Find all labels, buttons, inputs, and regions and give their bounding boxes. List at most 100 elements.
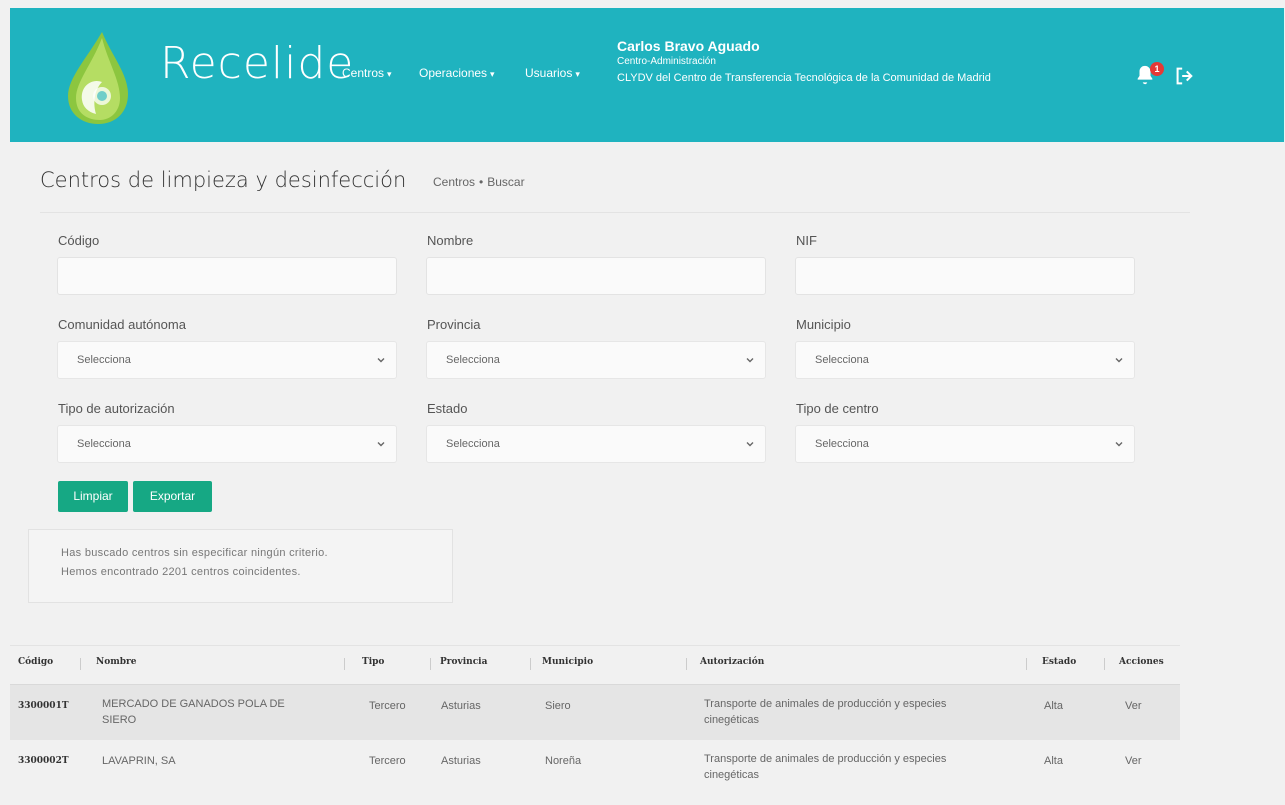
estado-label: Estado [427, 401, 468, 416]
comunidad-select-value: Selecciona [77, 354, 131, 366]
breadcrumb-centros[interactable]: Centros [433, 175, 475, 189]
cell-autorizacion-line2: cinegéticas [704, 714, 760, 726]
th-estado[interactable]: Estado [1042, 657, 1076, 667]
codigo-label: Código [58, 233, 100, 248]
th-tipo[interactable]: Tipo [362, 657, 384, 667]
nav-operaciones-label: Operaciones [419, 66, 488, 80]
estado-select[interactable]: Selecciona [426, 425, 766, 463]
cell-nombre: LAVAPRIN, SA [102, 753, 176, 769]
chevron-down-icon [1114, 439, 1124, 452]
caret-down-icon: ▾ [490, 69, 495, 79]
cell-nombre-line2: SIERO [102, 714, 137, 726]
cell-nombre-line1: LAVAPRIN, SA [102, 755, 176, 767]
brand-name[interactable]: Recelide [160, 38, 354, 89]
table-row: 3300001T MERCADO DE GANADOS POLA DE SIER… [10, 685, 1180, 740]
cell-estado: Alta [1044, 755, 1063, 767]
th-acciones: Acciones [1119, 657, 1164, 667]
cell-nombre-line1: MERCADO DE GANADOS POLA DE [102, 698, 285, 710]
cell-estado: Alta [1044, 700, 1063, 712]
tipo-autorizacion-select[interactable]: Selecciona [57, 425, 397, 463]
th-autorizacion[interactable]: Autorización [700, 657, 764, 667]
column-separator [80, 658, 81, 670]
codigo-input[interactable] [57, 257, 397, 295]
th-municipio[interactable]: Municipio [542, 657, 593, 667]
cell-municipio: Siero [545, 700, 571, 712]
limpiar-button[interactable]: Limpiar [58, 481, 128, 512]
tipo-autorizacion-label: Tipo de autorización [58, 401, 175, 416]
page-title: Centros de limpieza y desinfección [40, 168, 407, 192]
tipo-autorizacion-select-value: Selecciona [77, 438, 131, 450]
chevron-down-icon [376, 439, 386, 452]
municipio-select[interactable]: Selecciona [795, 341, 1135, 379]
column-separator [344, 658, 345, 670]
th-provincia[interactable]: Provincia [440, 657, 487, 667]
tipo-centro-select-value: Selecciona [815, 438, 869, 450]
user-org: CLYDV del Centro de Transferencia Tecnol… [617, 72, 991, 84]
nav-usuarios[interactable]: Usuarios ▾ [525, 66, 580, 80]
table-header: Código Nombre Tipo Provincia Municipio A… [10, 645, 1180, 686]
nav-operaciones[interactable]: Operaciones ▾ [419, 66, 495, 80]
chevron-down-icon [745, 439, 755, 452]
th-nombre[interactable]: Nombre [96, 657, 137, 667]
chevron-down-icon [1114, 355, 1124, 368]
nav-usuarios-label: Usuarios [525, 66, 573, 80]
caret-down-icon: ▾ [387, 69, 392, 79]
cell-autorizacion-line1: Transporte de animales de producción y e… [704, 698, 947, 710]
chevron-down-icon [745, 355, 755, 368]
cell-municipio: Noreña [545, 755, 582, 767]
cell-codigo: 3300001T [18, 701, 69, 711]
info-line-results: Hemos encontrado 2201 centros coincident… [61, 566, 301, 578]
cell-provincia: Asturias [441, 700, 481, 712]
provincia-select-value: Selecciona [446, 354, 500, 366]
info-line-criteria: Has buscado centros sin especificar ning… [61, 547, 328, 559]
top-header: Recelide Centros ▾ Operaciones ▾ Usuarios ▾… [10, 8, 1284, 142]
column-separator [430, 658, 431, 670]
nav-centros-label: Centros [342, 66, 385, 80]
ver-link[interactable]: Ver [1125, 698, 1142, 714]
ver-link[interactable]: Ver [1125, 753, 1142, 769]
cell-autorizacion: Transporte de animales de producción y e… [704, 696, 946, 728]
logo-drop-icon[interactable] [62, 30, 134, 131]
comunidad-select[interactable]: Selecciona [57, 341, 397, 379]
cell-provincia: Asturias [441, 755, 481, 767]
tipo-centro-select[interactable]: Selecciona [795, 425, 1135, 463]
cell-nombre: MERCADO DE GANADOS POLA DE SIERO [102, 696, 285, 728]
municipio-select-value: Selecciona [815, 354, 869, 366]
nombre-input[interactable] [426, 257, 766, 295]
notification-badge: 1 [1150, 62, 1164, 76]
user-info: Carlos Bravo Aguado Centro-Administració… [617, 38, 991, 86]
th-codigo[interactable]: Código [18, 657, 53, 667]
nif-label: NIF [796, 233, 817, 248]
cell-tipo: Tercero [369, 755, 406, 767]
exportar-button[interactable]: Exportar [133, 481, 212, 512]
table-row: 3300002T LAVAPRIN, SA Tercero Asturias N… [10, 740, 1180, 795]
column-separator [686, 658, 687, 670]
cell-autorizacion-line2: cinegéticas [704, 769, 760, 781]
cell-autorizacion-line1: Transporte de animales de producción y e… [704, 753, 947, 765]
column-separator [530, 658, 531, 670]
column-separator [1104, 658, 1105, 670]
provincia-label: Provincia [427, 317, 481, 332]
cell-codigo: 3300002T [18, 756, 69, 766]
breadcrumb: Centros • Buscar [433, 175, 525, 189]
comunidad-label: Comunidad autónoma [58, 317, 186, 332]
column-separator [1026, 658, 1027, 670]
nif-input[interactable] [795, 257, 1135, 295]
cell-autorizacion: Transporte de animales de producción y e… [704, 751, 946, 783]
search-info-box: Has buscado centros sin especificar ning… [28, 529, 453, 603]
provincia-select[interactable]: Selecciona [426, 341, 766, 379]
caret-down-icon: ▾ [575, 69, 580, 79]
user-name: Carlos Bravo Aguado [617, 38, 760, 54]
nav-centros[interactable]: Centros ▾ [342, 66, 392, 80]
tipo-centro-label: Tipo de centro [796, 401, 879, 416]
cell-tipo: Tercero [369, 700, 406, 712]
divider [40, 212, 1190, 213]
estado-select-value: Selecciona [446, 438, 500, 450]
breadcrumb-separator: • [479, 175, 484, 189]
municipio-label: Municipio [796, 317, 851, 332]
chevron-down-icon [376, 355, 386, 368]
logout-icon[interactable] [1173, 65, 1195, 92]
user-role: Centro-Administración [617, 56, 716, 67]
nombre-label: Nombre [427, 233, 474, 248]
breadcrumb-buscar: Buscar [487, 175, 525, 189]
